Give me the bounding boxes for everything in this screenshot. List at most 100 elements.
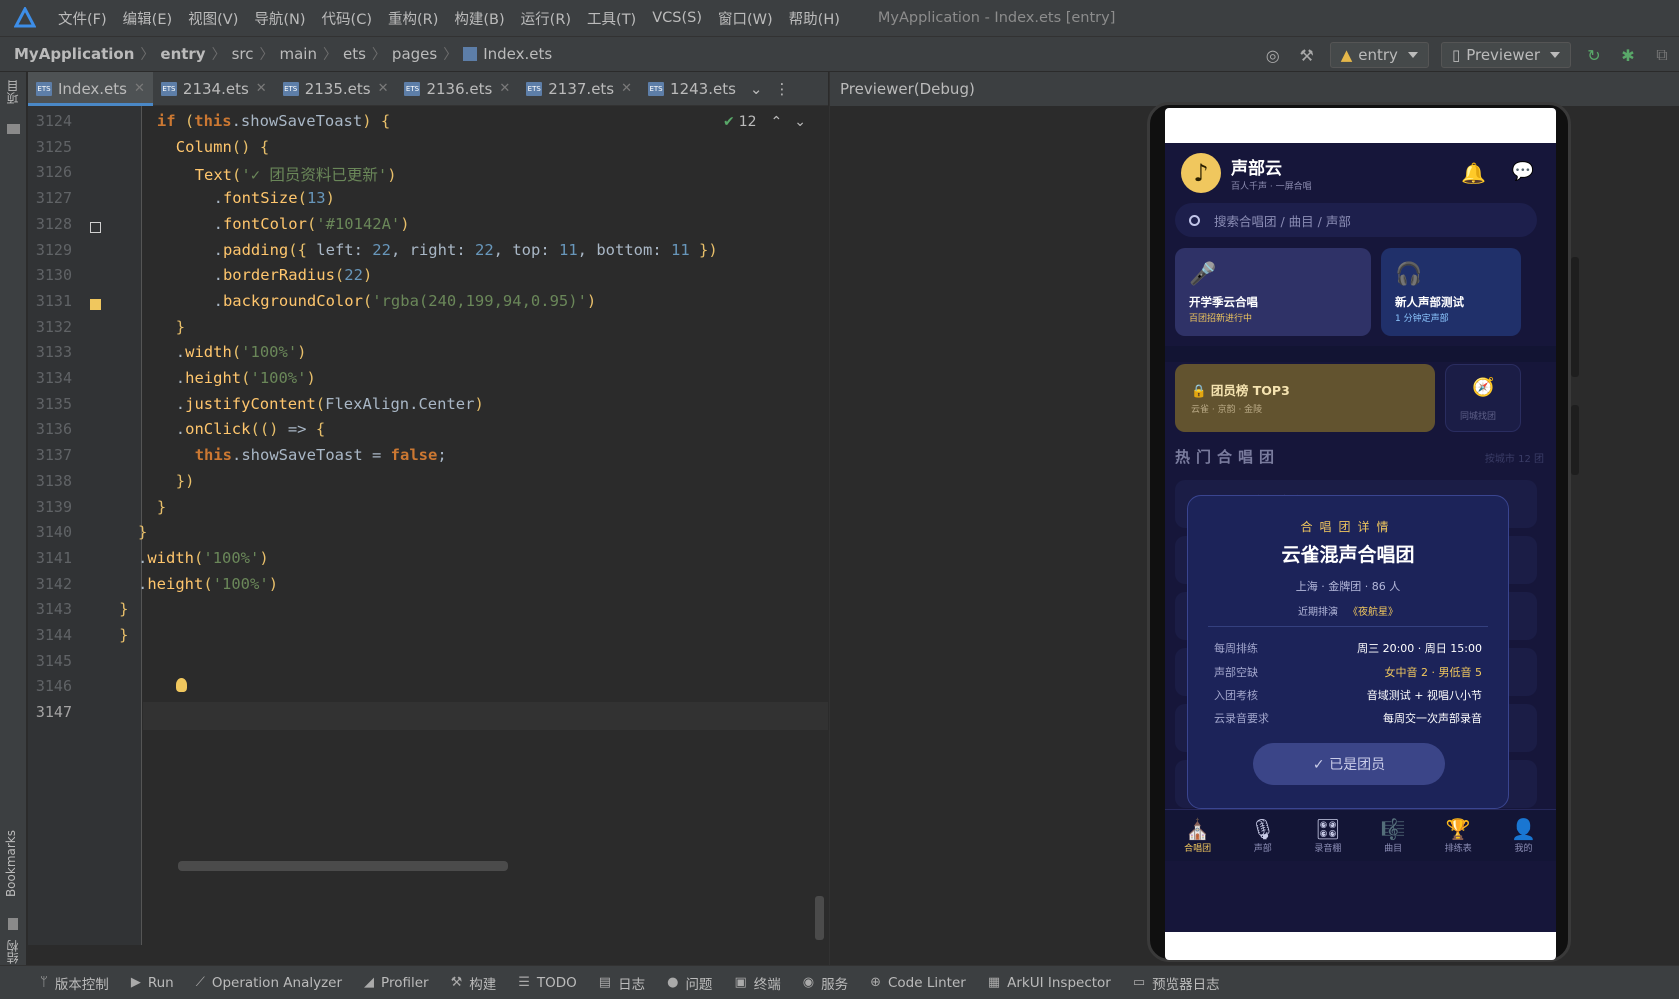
device-screen[interactable]: ♪ 声部云 百人千声 · 一屏合唱 🔔 💬 搜索合唱团 / 曲目 / 声部 🎤 … bbox=[1165, 108, 1556, 960]
menu-refactor[interactable]: 重构(R) bbox=[380, 8, 446, 29]
menu-file[interactable]: 文件(F) bbox=[50, 8, 115, 29]
tab-voice-part[interactable]: 🎙 声部 bbox=[1230, 810, 1295, 861]
close-icon[interactable]: ✕ bbox=[134, 81, 145, 96]
menu-view[interactable]: 视图(V) bbox=[180, 8, 246, 29]
bell-icon[interactable]: 🔔 bbox=[1461, 161, 1486, 185]
tool-problems[interactable]: ● 问题 bbox=[667, 973, 712, 993]
menu-vcs[interactable]: VCS(S) bbox=[644, 10, 710, 26]
horizontal-scrollbar[interactable] bbox=[178, 861, 508, 871]
tab-2137-ets[interactable]: ETS 2137.ets ✕ bbox=[518, 72, 640, 106]
bookmarks-tool-tab[interactable]: Bookmarks bbox=[4, 830, 18, 897]
divider bbox=[1165, 346, 1556, 362]
code-line: if (this.showSaveToast) { bbox=[156, 112, 391, 130]
tab-songs[interactable]: 🎼 曲目 bbox=[1361, 810, 1426, 861]
tab-2136-ets[interactable]: ETS 2136.ets ✕ bbox=[396, 72, 518, 106]
line-number: 3138 bbox=[35, 471, 72, 490]
vertical-scrollbar[interactable] bbox=[815, 896, 824, 940]
detail-key: 声部空缺 bbox=[1214, 666, 1258, 679]
tab-index-ets[interactable]: ETS Index.ets ✕ bbox=[28, 71, 153, 106]
close-icon[interactable]: ✕ bbox=[621, 81, 632, 96]
tool-label: Profiler bbox=[381, 974, 429, 991]
project-tool-tab[interactable]: 项目 bbox=[4, 80, 21, 104]
module-selector-label: entry bbox=[1358, 46, 1398, 64]
tab-choir[interactable]: ⛪ 合唱团 bbox=[1165, 810, 1230, 861]
tool-operation-analyzer[interactable]: ⟋ Operation Analyzer bbox=[196, 975, 342, 991]
breadcrumb-module[interactable]: entry bbox=[160, 45, 205, 63]
card-voice-test[interactable]: 🎧 新人声部测试 1 分钟定声部 bbox=[1381, 248, 1521, 336]
menu-help[interactable]: 帮助(H) bbox=[781, 8, 848, 29]
lightbulb-icon[interactable] bbox=[176, 678, 187, 692]
card-top3[interactable]: 🔒 团员榜 TOP3 云雀 · 京韵 · 金陵 bbox=[1175, 364, 1435, 432]
tab-2135-ets[interactable]: ETS 2135.ets ✕ bbox=[275, 72, 397, 106]
card-nearby[interactable]: 🧭 同城找团 bbox=[1445, 364, 1521, 432]
code-line: Column() { bbox=[175, 137, 270, 156]
tool-build[interactable]: ⚒ 构建 bbox=[451, 973, 497, 993]
tab-label: 声部 bbox=[1253, 844, 1272, 854]
phone-icon: ▯ bbox=[1451, 46, 1461, 64]
rerun-icon[interactable]: ↻ bbox=[1581, 42, 1607, 68]
menu-window[interactable]: 窗口(W) bbox=[710, 8, 781, 29]
card-campaign[interactable]: 🎤 开学季云合唱 百团招新进行中 bbox=[1175, 248, 1371, 336]
tool-todo[interactable]: ☰ TODO bbox=[518, 975, 577, 991]
structure-tool-tab[interactable]: 结构 bbox=[4, 940, 21, 964]
close-icon[interactable]: ✕ bbox=[378, 81, 389, 96]
tab-list-chevron-icon[interactable]: ⌄ bbox=[744, 72, 769, 106]
tab-2134-ets[interactable]: ETS 2134.ets ✕ bbox=[153, 72, 275, 106]
search-input[interactable]: 搜索合唱团 / 曲目 / 声部 bbox=[1175, 203, 1537, 237]
tab-studio[interactable]: 🎛 录音棚 bbox=[1295, 810, 1360, 861]
tool-run[interactable]: ▶ Run bbox=[131, 975, 174, 991]
menu-tools[interactable]: 工具(T) bbox=[579, 8, 644, 29]
chevron-down-icon[interactable]: ⌄ bbox=[794, 114, 806, 130]
menu-edit[interactable]: 编辑(E) bbox=[115, 8, 180, 29]
device-selector[interactable]: ▯ Previewer bbox=[1440, 42, 1571, 68]
breadcrumb-file[interactable]: Index.ets bbox=[463, 45, 552, 63]
music-note-icon: ♪ bbox=[1181, 153, 1221, 193]
tool-arkui-inspector[interactable]: ▦ ArkUI Inspector bbox=[988, 975, 1111, 991]
tool-profiler[interactable]: ◢ Profiler bbox=[364, 975, 429, 991]
tab-schedule[interactable]: 🏆 排练表 bbox=[1426, 810, 1491, 861]
tool-previewer-log[interactable]: ▭ 预览器日志 bbox=[1133, 973, 1220, 993]
tool-services[interactable]: ◉ 服务 bbox=[803, 973, 848, 993]
inspection-widget[interactable]: ✔ 12 ⌃ ⌄ bbox=[723, 114, 806, 130]
tab-1243-ets[interactable]: ETS 1243.ets bbox=[640, 72, 744, 106]
group-detail-dialog[interactable]: 合唱团详情 云雀混声合唱团 上海 · 金牌团 · 86 人 近期排演 《夜航星》 … bbox=[1187, 495, 1509, 809]
chat-icon[interactable]: 💬 bbox=[1512, 161, 1534, 182]
tool-version-control[interactable]: ᛘ 版本控制 bbox=[40, 973, 109, 993]
breadcrumb-main[interactable]: main bbox=[280, 45, 317, 63]
ide-window: 文件(F) 编辑(E) 视图(V) 导航(N) 代码(C) 重构(R) 构建(B… bbox=[0, 0, 1679, 999]
detail-key: 每周排练 bbox=[1214, 642, 1258, 655]
attach-icon[interactable]: ⧉ bbox=[1649, 42, 1675, 68]
terminal-icon: ▣ bbox=[734, 975, 747, 990]
detail-row: 入团考核 音域测试 + 视唱八小节 bbox=[1214, 687, 1482, 703]
line-number: 3147 bbox=[35, 703, 72, 722]
detail-value: 音域测试 + 视唱八小节 bbox=[1366, 689, 1482, 702]
already-member-button[interactable]: ✓ 已是团员 bbox=[1253, 743, 1445, 785]
code-line: } bbox=[138, 523, 148, 542]
more-icon[interactable]: ⋮ bbox=[768, 72, 795, 106]
divider bbox=[1208, 626, 1488, 627]
close-icon[interactable]: ✕ bbox=[256, 81, 267, 96]
breadcrumb-src[interactable]: src bbox=[232, 45, 254, 63]
menu-run[interactable]: 运行(R) bbox=[513, 8, 579, 29]
menu-navigate[interactable]: 导航(N) bbox=[246, 8, 313, 29]
breadcrumb-pages[interactable]: pages bbox=[392, 45, 437, 63]
debug-bug-icon[interactable]: ✱ bbox=[1615, 42, 1641, 68]
code-editor[interactable]: 3124 3125 3126 3127 3128 3129 3130 3131 3132 3133… bbox=[28, 106, 828, 945]
close-icon[interactable]: ✕ bbox=[499, 81, 510, 96]
locate-icon[interactable]: ◎ bbox=[1260, 42, 1286, 68]
chevron-up-icon[interactable]: ⌃ bbox=[771, 114, 783, 130]
breadcrumb-project[interactable]: MyApplication bbox=[14, 45, 134, 63]
hammer-icon[interactable]: ⚒ bbox=[1294, 42, 1320, 68]
tool-log[interactable]: ▤ 日志 bbox=[599, 973, 645, 993]
menu-build[interactable]: 构建(B) bbox=[446, 8, 512, 29]
search-icon bbox=[1189, 214, 1200, 226]
tab-profile[interactable]: 👤 我的 bbox=[1491, 810, 1556, 861]
bookmark-icon bbox=[8, 918, 18, 930]
module-selector[interactable]: ▲ entry bbox=[1329, 42, 1429, 68]
menu-code[interactable]: 代码(C) bbox=[314, 8, 380, 29]
tool-code-linter[interactable]: ⊕ Code Linter bbox=[870, 975, 966, 991]
tool-terminal[interactable]: ▣ 终端 bbox=[734, 973, 780, 993]
info-icon: ● bbox=[667, 975, 679, 990]
breadcrumb-ets[interactable]: ets bbox=[343, 45, 366, 63]
detail-value: 周三 20:00 · 周日 15:00 bbox=[1357, 642, 1482, 655]
